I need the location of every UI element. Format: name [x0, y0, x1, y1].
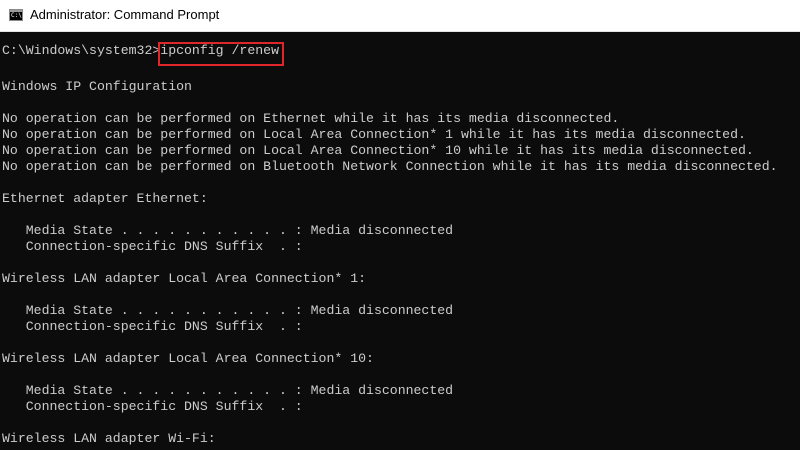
output-line: No operation can be performed on Local A…: [2, 127, 746, 142]
entered-command: ipconfig /renew: [160, 43, 279, 58]
output-line: Connection-specific DNS Suffix . :: [2, 399, 303, 414]
output-line: Ethernet adapter Ethernet:: [2, 191, 208, 206]
title-bar[interactable]: C:\ Administrator: Command Prompt: [0, 0, 800, 32]
command-line: C:\Windows\system32>ipconfig /renew: [2, 43, 279, 59]
output-line: No operation can be performed on Local A…: [2, 143, 754, 158]
output-line: Media State . . . . . . . . . . . : Medi…: [2, 303, 454, 318]
output-line: No operation can be performed on Bluetoo…: [2, 159, 778, 174]
icon-glyph: C:\: [11, 12, 22, 19]
output-line: No operation can be performed on Etherne…: [2, 111, 620, 126]
output-line: Wireless LAN adapter Wi-Fi:: [2, 431, 216, 446]
output-line: Media State . . . . . . . . . . . : Medi…: [2, 223, 454, 238]
output-line: Wireless LAN adapter Local Area Connecti…: [2, 271, 367, 286]
command-prompt-window: C:\ Administrator: Command Prompt C:\Win…: [0, 0, 800, 450]
output-line: Windows IP Configuration: [2, 79, 192, 94]
output-line: Connection-specific DNS Suffix . :: [2, 239, 303, 254]
output-line: Wireless LAN adapter Local Area Connecti…: [2, 351, 374, 366]
console-output[interactable]: C:\Windows\system32>ipconfig /renew Wind…: [0, 31, 800, 450]
output-line: Connection-specific DNS Suffix . :: [2, 319, 303, 334]
output-line: Media State . . . . . . . . . . . : Medi…: [2, 383, 454, 398]
window-title: Administrator: Command Prompt: [30, 7, 220, 22]
command-prompt-icon[interactable]: C:\: [9, 9, 23, 21]
command-prompt-path: C:\Windows\system32>: [2, 43, 161, 58]
